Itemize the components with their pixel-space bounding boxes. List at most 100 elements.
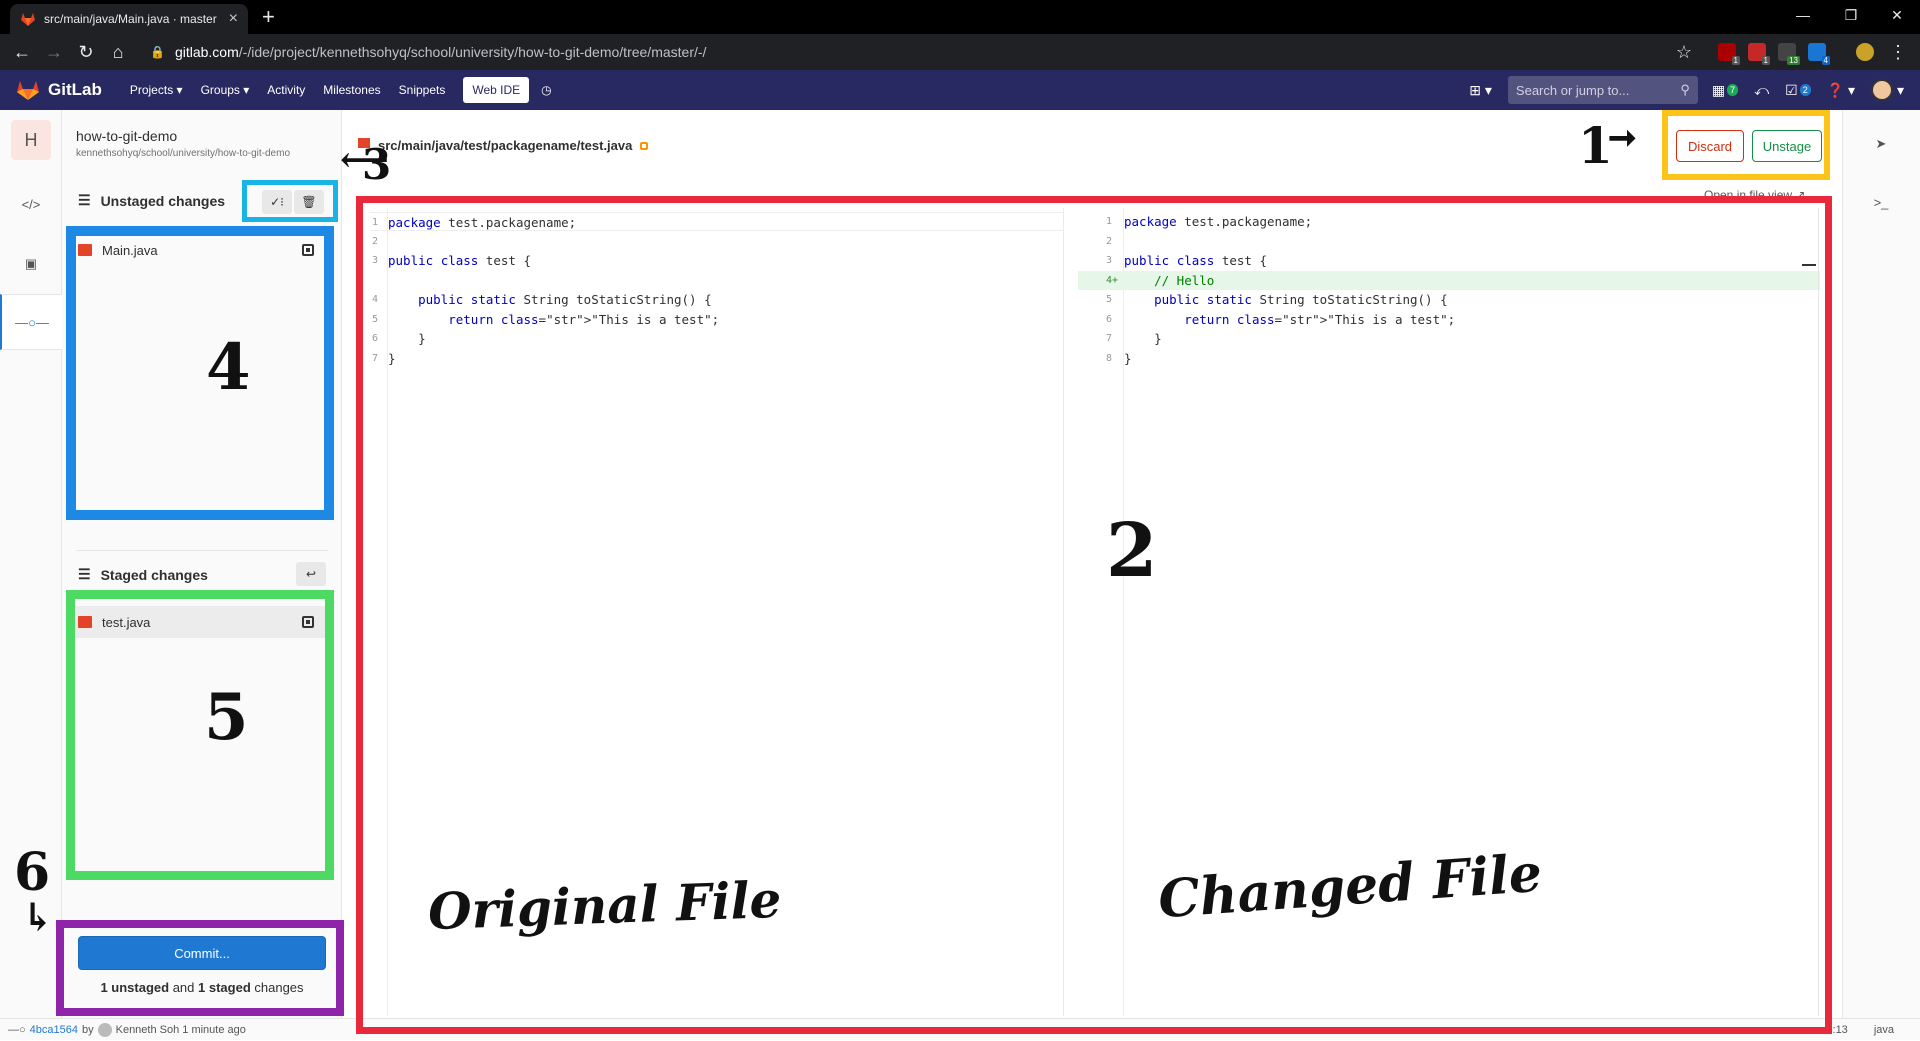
original-code-line[interactable]: 2 xyxy=(370,232,1063,251)
original-code-line[interactable]: 5 return class="str">"This is a test"; xyxy=(370,310,1063,329)
performance-bar-icon[interactable]: ◷ xyxy=(541,83,551,97)
back-icon[interactable]: ← xyxy=(10,40,34,64)
reload-icon[interactable]: ↻ xyxy=(74,40,98,64)
original-code-line[interactable]: 3 public class test { xyxy=(370,251,1063,270)
original-code-line[interactable]: 6 } xyxy=(370,329,1063,348)
extension-grey-icon[interactable]: 13 xyxy=(1778,43,1800,65)
editor-header: src/main/java/test/packagename/test.java… xyxy=(342,110,1842,202)
nav-groups[interactable]: Groups ▾ xyxy=(201,83,250,97)
file-modified-icon xyxy=(302,244,314,256)
nav-milestones[interactable]: Milestones xyxy=(323,83,380,97)
modified-code-line[interactable]: 3 public class test { xyxy=(1078,251,1820,270)
unstaged-changes-header: ☰ Unstaged changes xyxy=(78,192,226,209)
unstaged-file-item[interactable]: Main.java xyxy=(66,234,326,266)
staged-list-icon: ☰ xyxy=(78,566,91,582)
home-icon[interactable]: ⌂ xyxy=(106,40,130,64)
scrollbar[interactable] xyxy=(1818,208,1819,1016)
rocket-icon[interactable]: ➤ xyxy=(1869,132,1893,156)
window-close-icon[interactable]: ✕ xyxy=(1874,0,1920,30)
code-text: return class="str">"This is a test"; xyxy=(1184,311,1456,327)
terminal-icon[interactable]: >_ xyxy=(1869,190,1893,214)
gitlab-nav: Projects ▾ Groups ▾ Activity Milestones … xyxy=(130,77,570,103)
commit-sha[interactable]: 4bca1564 xyxy=(30,1024,78,1036)
user-avatar[interactable]: ▾ xyxy=(1871,79,1904,101)
address-bar[interactable]: 🔒 gitlab.com /-/ide/project/kennethsohyq… xyxy=(140,38,1685,66)
commit-summary: 1 unstaged and 1 staged changes xyxy=(100,980,304,995)
gitlab-header: GitLab Projects ▾ Groups ▾ Activity Mile… xyxy=(0,70,1920,110)
commit-icon: —○ xyxy=(8,1023,26,1036)
extension-red-icon[interactable]: 1 xyxy=(1748,43,1770,65)
modified-code-line[interactable]: 5 public static String toStaticString() … xyxy=(1078,290,1820,309)
diff-editor[interactable]: 1 package test.packagename; 2 3 public class… xyxy=(370,208,1842,1016)
code-text: } xyxy=(1124,350,1132,366)
modified-code-line[interactable]: 1 package test.packagename; xyxy=(1078,212,1820,231)
file-name: test.java xyxy=(102,614,151,630)
modified-code-line[interactable]: 2 xyxy=(1078,232,1820,251)
open-in-file-view-link[interactable]: Open in file view ↗ xyxy=(1704,188,1805,202)
tab-close-icon[interactable]: × xyxy=(229,10,238,28)
new-tab-button[interactable]: + xyxy=(262,4,275,30)
by-label: by xyxy=(81,1023,94,1036)
nav-projects[interactable]: Projects ▾ xyxy=(130,83,183,97)
original-code-line[interactable]: 7} xyxy=(370,349,1063,368)
modified-code-line[interactable]: 8} xyxy=(1078,349,1820,368)
code-text: public static String toStaticString() { xyxy=(418,292,712,307)
commit-button[interactable]: Commit... xyxy=(78,936,326,970)
staged-file-item[interactable]: test.java xyxy=(66,606,326,638)
extension-ublock-icon[interactable]: 1 xyxy=(1718,43,1740,65)
unstage-button[interactable]: Unstage xyxy=(1752,130,1822,162)
todos-icon[interactable]: ☑ 2 xyxy=(1785,82,1811,99)
cursor-position: 4:13 xyxy=(1826,1024,1848,1036)
overview-ruler-mark xyxy=(1802,264,1816,266)
modified-code-line[interactable]: 7 } xyxy=(1078,329,1820,348)
web-ide-button[interactable]: Web IDE xyxy=(463,77,530,103)
stage-all-icon[interactable]: ✓⁝ xyxy=(262,190,292,214)
modified-pane[interactable]: 1 package test.packagename; 2 3 public class… xyxy=(1078,208,1820,1016)
line-number: 3 xyxy=(372,255,379,266)
new-item-plus-icon[interactable]: ⊞ ▾ xyxy=(1469,82,1492,99)
minimize-icon[interactable]: — xyxy=(1780,0,1826,30)
nav-activity[interactable]: Activity xyxy=(267,83,305,97)
original-code-line[interactable]: 1 package test.packagename; xyxy=(370,212,1063,231)
line-number: 6 xyxy=(1106,313,1113,325)
edit-mode-icon[interactable]: </> xyxy=(0,176,62,232)
chrome-menu-icon[interactable]: ⋮ xyxy=(1886,40,1910,64)
discard-all-icon[interactable]: 🗑 xyxy=(294,190,324,214)
bookmark-star-icon[interactable]: ☆ xyxy=(1672,40,1696,64)
line-number: 4+ xyxy=(1106,274,1119,286)
modified-code-line[interactable]: 4+ // Hello xyxy=(1078,270,1820,290)
discard-button[interactable]: Discard xyxy=(1676,130,1744,162)
java-file-icon xyxy=(358,137,370,148)
java-file-icon xyxy=(78,244,92,256)
file-name: Main.java xyxy=(102,242,158,258)
right-rail: ➤ >_ xyxy=(1842,110,1920,1022)
commit-mode-icon[interactable]: —○— xyxy=(0,294,62,350)
original-pane[interactable]: 1 package test.packagename; 2 3 public class… xyxy=(370,208,1064,1016)
issues-icon[interactable]: ▦ 7 xyxy=(1712,82,1739,99)
restore-icon[interactable]: ❐ xyxy=(1828,0,1874,30)
gitlab-logo[interactable]: GitLab xyxy=(16,79,102,101)
unstaged-file-list: Main.java xyxy=(66,234,326,266)
divider xyxy=(76,550,328,551)
line-number: 8 xyxy=(1106,352,1113,364)
original-code-line[interactable] xyxy=(370,271,1063,290)
modified-code-line[interactable]: 6 return class="str">"This is a test"; xyxy=(1078,310,1820,329)
author-time: Kenneth Soh 1 minute ago xyxy=(115,1023,246,1036)
merge-requests-icon[interactable]: ⤺ xyxy=(1754,82,1769,99)
extension-blue-icon[interactable]: 4 xyxy=(1808,43,1830,65)
gitlab-brand: GitLab xyxy=(48,80,102,99)
browser-tab[interactable]: src/main/java/Main.java · master × xyxy=(10,4,248,34)
search-input[interactable]: Search or jump to... ⚲ xyxy=(1507,76,1698,104)
original-code-line[interactable]: 4 public static String toStaticString() … xyxy=(370,290,1063,309)
unstage-all-icon[interactable]: ↩ xyxy=(296,562,326,586)
review-mode-icon[interactable]: ▣ xyxy=(0,236,62,292)
project-name[interactable]: how-to-git-demo xyxy=(76,128,177,144)
forward-icon[interactable]: → xyxy=(42,40,66,64)
nav-snippets[interactable]: Snippets xyxy=(399,83,446,97)
profile-avatar-icon[interactable] xyxy=(1856,43,1874,61)
help-icon[interactable]: ❓ ▾ xyxy=(1827,82,1855,99)
gitlab-header-right: ⊞ ▾ Search or jump to... ⚲ ▦ 7 ⤺ ☑ 2 ❓ ▾ ▾ xyxy=(1469,70,1920,110)
line-number: 2 xyxy=(372,235,379,247)
project-avatar[interactable]: H xyxy=(11,120,51,160)
line-number: 7 xyxy=(1106,333,1113,344)
